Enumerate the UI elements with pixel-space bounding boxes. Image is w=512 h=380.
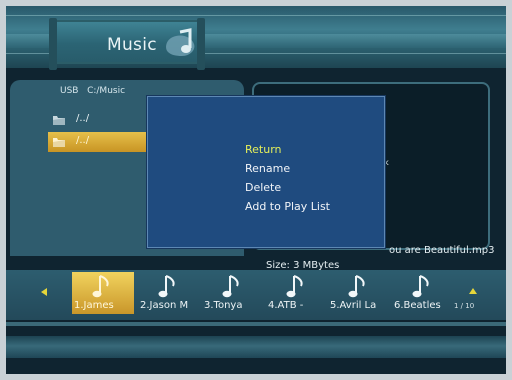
context-menu: Return Rename Delete Add to Play List <box>147 96 385 248</box>
folder-up-icon <box>53 138 65 147</box>
scroll-left-arrow-icon[interactable] <box>41 288 47 296</box>
header-line <box>6 15 506 16</box>
page-indicator: 1 / 10 <box>454 302 475 310</box>
track-label: 3.Tonya <box>204 300 243 311</box>
path-label: C:/Music <box>87 86 126 96</box>
music-note-icon <box>158 275 175 298</box>
header-bar: Music <box>6 6 506 70</box>
music-screen: Music USB C:/Music /../ /../ m unk ou ar… <box>6 6 506 374</box>
music-note-icon <box>286 275 303 298</box>
folder-up-icon <box>53 116 65 125</box>
page-title: Music <box>107 35 157 55</box>
file-name-label: ou are Beautiful.mp3 <box>389 245 495 256</box>
file-row-label: /../ <box>76 135 90 146</box>
track-label: 1.James <box>74 300 114 311</box>
menu-item-rename[interactable]: Rename <box>245 162 290 175</box>
menu-item-add-to-playlist[interactable]: Add to Play List <box>245 200 330 213</box>
music-note-icon <box>166 28 195 56</box>
file-row-selected[interactable]: /../ <box>48 132 160 152</box>
track-label: 4.ATB - <box>268 300 304 311</box>
playlist-track[interactable]: 4.ATB - <box>266 272 328 314</box>
playlist-track[interactable]: 6.Beatles <box>392 272 454 314</box>
playlist-track[interactable]: 3.Tonya <box>202 272 264 314</box>
track-label: 6.Beatles <box>394 300 441 311</box>
music-note-icon <box>412 275 429 298</box>
playlist-track[interactable]: 5.Avril La <box>328 272 390 314</box>
music-note-icon <box>348 275 365 298</box>
track-label: 5.Avril La <box>330 300 377 311</box>
bottom-divider <box>6 322 506 326</box>
tab-cap-left <box>49 18 57 70</box>
menu-item-return[interactable]: Return <box>245 143 282 156</box>
music-note-icon <box>222 275 239 298</box>
music-note-icon <box>92 275 109 298</box>
file-row-parent[interactable]: /../ <box>48 110 160 130</box>
playlist-track[interactable]: 2.Jason M <box>138 272 200 314</box>
file-row-label: /../ <box>76 113 90 124</box>
menu-item-delete[interactable]: Delete <box>245 181 281 194</box>
bottom-bar <box>6 336 506 358</box>
track-label: 2.Jason M <box>140 300 189 311</box>
scroll-up-arrow-icon[interactable] <box>469 288 477 294</box>
playlist-track[interactable]: 1.James <box>72 272 134 314</box>
device-label: USB <box>60 86 79 96</box>
music-tab[interactable]: Music <box>49 18 205 70</box>
breadcrumb: USB C:/Music <box>60 86 125 96</box>
